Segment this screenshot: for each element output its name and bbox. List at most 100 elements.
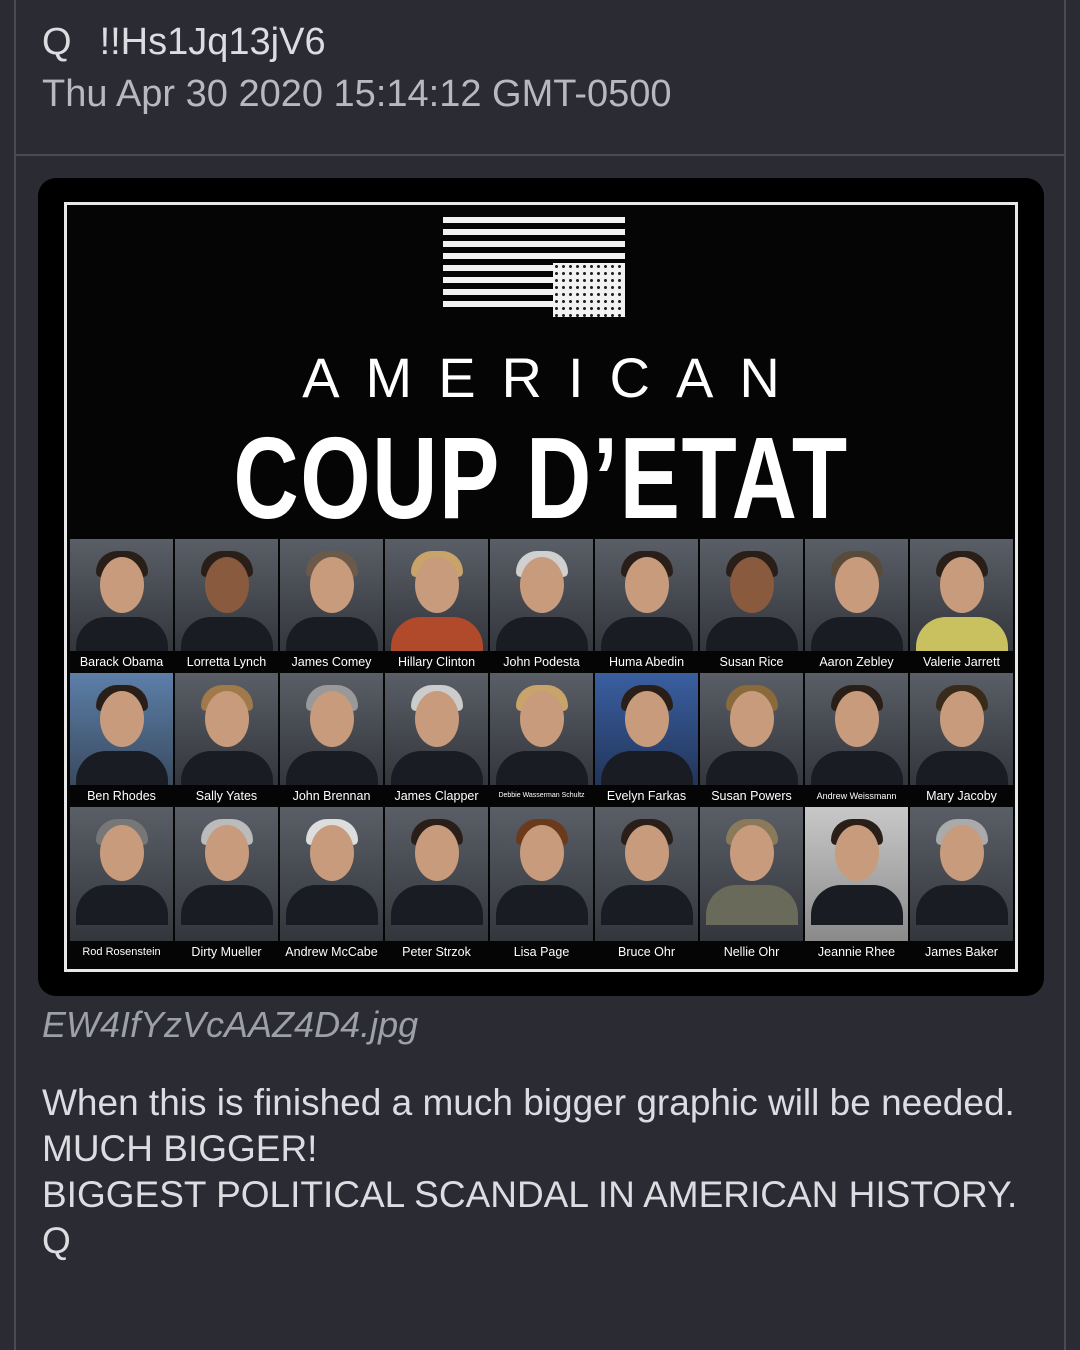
portrait-name: Bruce Ohr: [618, 945, 675, 959]
portrait-photo: [700, 673, 803, 785]
portrait-name: Huma Abedin: [608, 655, 685, 669]
portrait-name: Valerie Jarrett: [923, 655, 1000, 669]
portrait-name: Sally Yates: [195, 789, 258, 803]
portrait-card: Rod Rosenstein: [69, 807, 174, 963]
left-border: [14, 0, 16, 1350]
attachment-filename[interactable]: EW4IfYzVcAAZ4D4.jpg: [42, 1004, 418, 1046]
portrait-name: Ben Rhodes: [87, 789, 156, 803]
graphic-panel: AMERICAN COUP D’ETAT Barack Obama Lorret…: [64, 202, 1018, 972]
portrait-card: Sally Yates: [174, 673, 279, 807]
portrait-name: Andrew McCabe: [285, 945, 378, 959]
portrait-name: James Baker: [925, 945, 998, 959]
portrait-photo: [805, 539, 908, 651]
portrait-card: Andrew McCabe: [279, 807, 384, 963]
portrait-card: Susan Rice: [699, 539, 804, 673]
portrait-card: Mary Jacoby: [909, 673, 1014, 807]
portrait-row: Ben Rhodes Sally Yates John Brennan Jame…: [69, 673, 1015, 807]
portrait-name: Lisa Page: [513, 945, 570, 959]
graphic-headline-small: AMERICAN: [302, 346, 806, 409]
portrait-card: Andrew Weissmann: [804, 673, 909, 807]
portrait-card: Jeannie Rhee: [804, 807, 909, 963]
portrait-name: Susan Rice: [719, 655, 784, 669]
portrait-name: Evelyn Farkas: [606, 789, 687, 803]
portrait-name: James Clapper: [394, 789, 479, 803]
portrait-card: Valerie Jarrett: [909, 539, 1014, 673]
portrait-name: Peter Strzok: [402, 945, 471, 959]
header-divider: [16, 154, 1064, 156]
portrait-photo: [700, 539, 803, 651]
portrait-card: Peter Strzok: [384, 807, 489, 963]
portrait-photo: [595, 673, 698, 785]
portrait-photo: [490, 807, 593, 941]
portrait-card: Susan Powers: [699, 673, 804, 807]
portrait-photo: [70, 807, 173, 941]
portrait-name: James Comey: [291, 655, 372, 669]
portrait-card: James Clapper: [384, 673, 489, 807]
upside-down-flag-icon: [443, 217, 625, 317]
portrait-photo: [280, 807, 383, 941]
portrait-photo: [280, 539, 383, 651]
portrait-photo: [280, 673, 383, 785]
portrait-photo: [910, 539, 1013, 651]
portrait-card: Dirty Mueller: [174, 807, 279, 963]
body-line: BIGGEST POLITICAL SCANDAL IN AMERICAN HI…: [42, 1174, 1018, 1215]
portrait-photo: [385, 673, 488, 785]
portrait-card: Lisa Page: [489, 807, 594, 963]
portrait-photo: [385, 807, 488, 941]
portrait-name: John Brennan: [292, 789, 371, 803]
portrait-photo: [910, 807, 1013, 941]
portrait-name: Hillary Clinton: [397, 655, 476, 669]
portrait-card: Hillary Clinton: [384, 539, 489, 673]
portrait-row: Rod Rosenstein Dirty Mueller Andrew McCa…: [69, 807, 1015, 963]
portrait-photo: [175, 807, 278, 941]
post-header: Q !!Hs1Jq13jV6 Thu Apr 30 2020 15:14:12 G…: [42, 18, 672, 120]
body-line: MUCH BIGGER!: [42, 1128, 318, 1169]
right-border: [1064, 0, 1066, 1350]
portrait-card: Ben Rhodes: [69, 673, 174, 807]
portrait-card: Bruce Ohr: [594, 807, 699, 963]
portrait-photo: [595, 807, 698, 941]
portrait-name: Nellie Ohr: [723, 945, 780, 959]
portrait-grid: Barack Obama Lorretta Lynch James Comey …: [69, 539, 1015, 963]
portrait-photo: [490, 673, 593, 785]
portrait-name: Barack Obama: [79, 655, 164, 669]
post-image[interactable]: AMERICAN COUP D’ETAT Barack Obama Lorret…: [38, 178, 1044, 996]
portrait-name: Aaron Zebley: [819, 655, 894, 669]
portrait-name: John Podesta: [503, 655, 580, 669]
portrait-card: Lorretta Lynch: [174, 539, 279, 673]
portrait-photo: [595, 539, 698, 651]
portrait-card: James Baker: [909, 807, 1014, 963]
post-timestamp: Thu Apr 30 2020 15:14:12 GMT-0500: [42, 73, 672, 115]
portrait-photo: [175, 539, 278, 651]
portrait-card: Barack Obama: [69, 539, 174, 673]
portrait-name: Susan Powers: [711, 789, 792, 803]
author-name[interactable]: Q: [42, 21, 72, 63]
portrait-name: Rod Rosenstein: [82, 946, 161, 958]
portrait-card: Evelyn Farkas: [594, 673, 699, 807]
portrait-photo: [910, 673, 1013, 785]
portrait-name: Jeannie Rhee: [817, 945, 896, 959]
portrait-photo: [805, 673, 908, 785]
portrait-photo: [385, 539, 488, 651]
portrait-card: John Podesta: [489, 539, 594, 673]
portrait-photo: [70, 539, 173, 651]
portrait-name: Andrew Weissmann: [816, 791, 897, 801]
portrait-card: Nellie Ohr: [699, 807, 804, 963]
body-line: When this is finished a much bigger grap…: [42, 1082, 1015, 1123]
tripcode: !!Hs1Jq13jV6: [99, 21, 326, 63]
portrait-photo: [175, 673, 278, 785]
portrait-name: Lorretta Lynch: [186, 655, 267, 669]
graphic-headline-big: COUP D’ETAT: [233, 413, 849, 543]
body-signature: Q: [42, 1220, 71, 1261]
portrait-card: Huma Abedin: [594, 539, 699, 673]
portrait-name: Mary Jacoby: [926, 789, 997, 803]
portrait-card: Aaron Zebley: [804, 539, 909, 673]
portrait-photo: [70, 673, 173, 785]
portrait-card: John Brennan: [279, 673, 384, 807]
author-line: Q !!Hs1Jq13jV6: [42, 18, 672, 66]
portrait-photo: [805, 807, 908, 941]
post-body: When this is finished a much bigger grap…: [42, 1080, 1042, 1264]
portrait-card: Debbie Wasserman Schultz: [489, 673, 594, 807]
portrait-card: James Comey: [279, 539, 384, 673]
portrait-name: Dirty Mueller: [191, 945, 262, 959]
